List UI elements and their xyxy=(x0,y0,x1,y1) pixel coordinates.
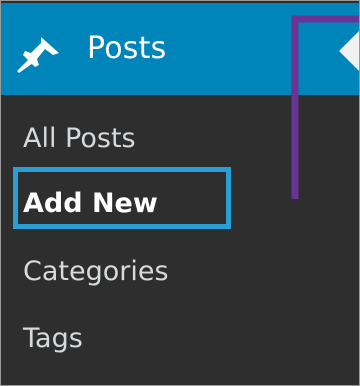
screenshot-frame: Posts All Posts Add New Categories Tags xyxy=(0,0,360,386)
pin-icon xyxy=(17,37,59,73)
admin-sidebar-menu: Posts All Posts Add New Categories Tags xyxy=(1,1,359,385)
posts-menu-label: Posts xyxy=(87,31,167,66)
submenu-item-categories[interactable]: Categories xyxy=(23,252,169,292)
posts-menu-header[interactable]: Posts xyxy=(1,3,359,95)
submenu-item-tags[interactable]: Tags xyxy=(23,319,83,359)
current-menu-arrow-icon xyxy=(339,31,359,71)
submenu-item-all-posts[interactable]: All Posts xyxy=(23,119,136,159)
add-new-highlight-box xyxy=(13,167,231,229)
